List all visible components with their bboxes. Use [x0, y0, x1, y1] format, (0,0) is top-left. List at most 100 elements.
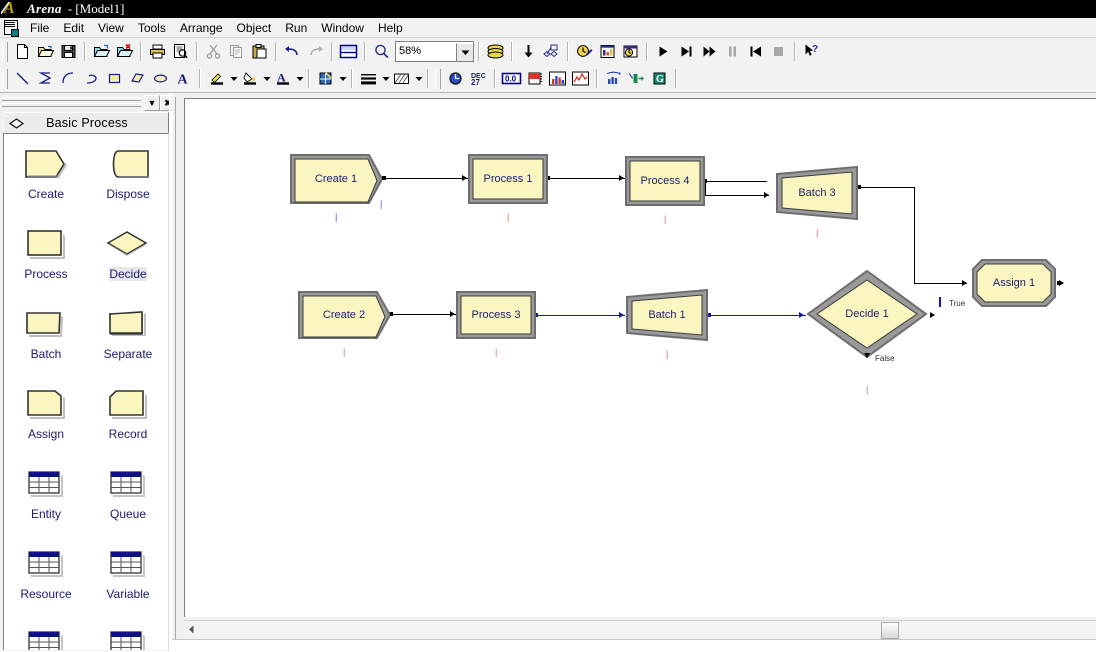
- module-create2[interactable]: Create 2: [298, 291, 390, 339]
- panel-module-create[interactable]: Create: [8, 140, 84, 220]
- menu-view[interactable]: View: [91, 19, 131, 37]
- zoom-dropdown-arrow[interactable]: [456, 42, 473, 61]
- menu-file[interactable]: File: [23, 19, 56, 37]
- module-batch3[interactable]: Batch 3: [775, 166, 859, 220]
- scroll-left-arrow[interactable]: [184, 621, 198, 638]
- connector-process4-batch3-h2[interactable]: [705, 195, 769, 196]
- end-icon[interactable]: [767, 40, 790, 63]
- panel-module-variable[interactable]: Variable: [90, 540, 166, 620]
- model-canvas[interactable]: Create 1 | Process 1 | Process 4 | Batch 3 |…: [184, 98, 1096, 617]
- panel-module-separate[interactable]: Separate: [90, 300, 166, 380]
- bezier-icon[interactable]: [80, 67, 103, 90]
- text-icon[interactable]: A: [172, 67, 195, 90]
- open-template-icon[interactable]: [90, 40, 113, 63]
- animate-toolbar-grip[interactable]: [435, 68, 441, 89]
- menu-run[interactable]: Run: [278, 19, 314, 37]
- detach-template-icon[interactable]: [113, 40, 136, 63]
- module-assign1[interactable]: Assign 1: [972, 259, 1056, 307]
- panel-module-entity[interactable]: Entity: [8, 460, 84, 540]
- histogram-icon[interactable]: [546, 67, 569, 90]
- plot-icon[interactable]: [569, 67, 592, 90]
- panel-module-assign[interactable]: Assign: [8, 380, 84, 460]
- menu-arrange[interactable]: Arrange: [173, 19, 230, 37]
- draw-toolbar-grip[interactable]: [2, 68, 8, 89]
- report-icon[interactable]: [596, 40, 619, 63]
- copy-icon[interactable]: [225, 40, 248, 63]
- entity-animation-icon[interactable]: [540, 40, 563, 63]
- line-width-icon[interactable]: [357, 67, 380, 90]
- fill-pattern-dropdown-arrow[interactable]: [414, 73, 423, 84]
- panel-module-set[interactable]: Set: [90, 620, 166, 650]
- module-process4[interactable]: Process 4: [625, 156, 705, 206]
- arc-icon[interactable]: [57, 67, 80, 90]
- run-setup-icon[interactable]: [573, 40, 596, 63]
- paste-icon[interactable]: [248, 40, 271, 63]
- panel-drag-grip[interactable]: [2, 97, 141, 107]
- panel-module-record[interactable]: Record: [90, 380, 166, 460]
- fill-color-icon[interactable]: [238, 67, 261, 90]
- panel-module-queue[interactable]: Queue: [90, 460, 166, 540]
- text-color-dropdown-arrow[interactable]: [295, 73, 304, 84]
- pattern-color-dropdown-arrow[interactable]: [338, 73, 347, 84]
- redo-icon[interactable]: [304, 40, 327, 63]
- line-width-dropdown-arrow[interactable]: [381, 73, 390, 84]
- panel-module-batch[interactable]: Batch: [8, 300, 84, 380]
- zoom-icon[interactable]: [370, 40, 393, 63]
- zoom-value[interactable]: 58%: [396, 43, 456, 60]
- fill-color-dropdown-arrow[interactable]: [262, 73, 271, 84]
- zoom-combobox[interactable]: 58%: [395, 41, 474, 62]
- module-decide1[interactable]: Decide 1: [806, 269, 928, 359]
- polyline-icon[interactable]: [34, 67, 57, 90]
- start-over-icon[interactable]: [744, 40, 767, 63]
- panel-dropdown-button[interactable]: ▼: [144, 95, 160, 111]
- module-process1[interactable]: Process 1: [468, 154, 548, 204]
- menu-edit[interactable]: Edit: [56, 19, 91, 37]
- animate-chart-icon[interactable]: [602, 67, 625, 90]
- print-icon[interactable]: [146, 40, 169, 63]
- panel-module-process[interactable]: Process: [8, 220, 84, 300]
- ellipse-icon[interactable]: [149, 67, 172, 90]
- save-icon[interactable]: [57, 40, 80, 63]
- pause-icon[interactable]: [721, 40, 744, 63]
- text-color-icon[interactable]: A: [271, 67, 294, 90]
- panel-module-decide[interactable]: Decide: [90, 220, 166, 300]
- step-icon[interactable]: [675, 40, 698, 63]
- connector-batch3-assign1-h1[interactable]: [859, 187, 915, 188]
- box-icon[interactable]: [103, 67, 126, 90]
- connector-create1-process1[interactable]: [385, 178, 468, 179]
- view-all-icon[interactable]: [484, 40, 507, 63]
- variable-icon[interactable]: 0.0: [500, 67, 523, 90]
- clock-icon[interactable]: [444, 67, 467, 90]
- connector-process4-batch3-h1[interactable]: [705, 181, 767, 182]
- split-screen-icon[interactable]: [337, 40, 360, 63]
- scrollbar-thumb[interactable]: [881, 622, 899, 639]
- panel-module-schedule[interactable]: Schedule: [8, 620, 84, 650]
- connector-process3-batch1[interactable]: [536, 315, 625, 316]
- fast-forward-icon[interactable]: [698, 40, 721, 63]
- connector-process1-process4[interactable]: [548, 178, 625, 179]
- panel-module-dispose[interactable]: Dispose: [90, 140, 166, 220]
- line-color-icon[interactable]: [205, 67, 228, 90]
- menu-tools[interactable]: Tools: [131, 19, 173, 37]
- undo-icon[interactable]: [281, 40, 304, 63]
- polygon-icon[interactable]: [126, 67, 149, 90]
- module-process3[interactable]: Process 3: [456, 291, 536, 339]
- connector-create2-process3[interactable]: [391, 314, 456, 315]
- global-icon[interactable]: G: [648, 67, 671, 90]
- line-icon[interactable]: [11, 67, 34, 90]
- pattern-color-icon[interactable]: [314, 67, 337, 90]
- module-create1[interactable]: Create 1: [290, 154, 382, 204]
- panel-module-resource[interactable]: Resource: [8, 540, 84, 620]
- model-window-grip[interactable]: [172, 93, 183, 651]
- panel-title-bar[interactable]: Basic Process: [3, 112, 169, 134]
- go-icon[interactable]: [652, 40, 675, 63]
- open-icon[interactable]: [34, 40, 57, 63]
- module-batch1[interactable]: Batch 1: [625, 289, 709, 341]
- level-icon[interactable]: [523, 67, 546, 90]
- connector-process4-batch3-v[interactable]: [705, 181, 706, 195]
- fill-pattern-icon[interactable]: [390, 67, 413, 90]
- line-color-dropdown-arrow[interactable]: [229, 73, 238, 84]
- connector-batch1-decide1[interactable]: [709, 315, 806, 316]
- help-pointer-icon[interactable]: ?: [800, 40, 823, 63]
- print-preview-icon[interactable]: [169, 40, 192, 63]
